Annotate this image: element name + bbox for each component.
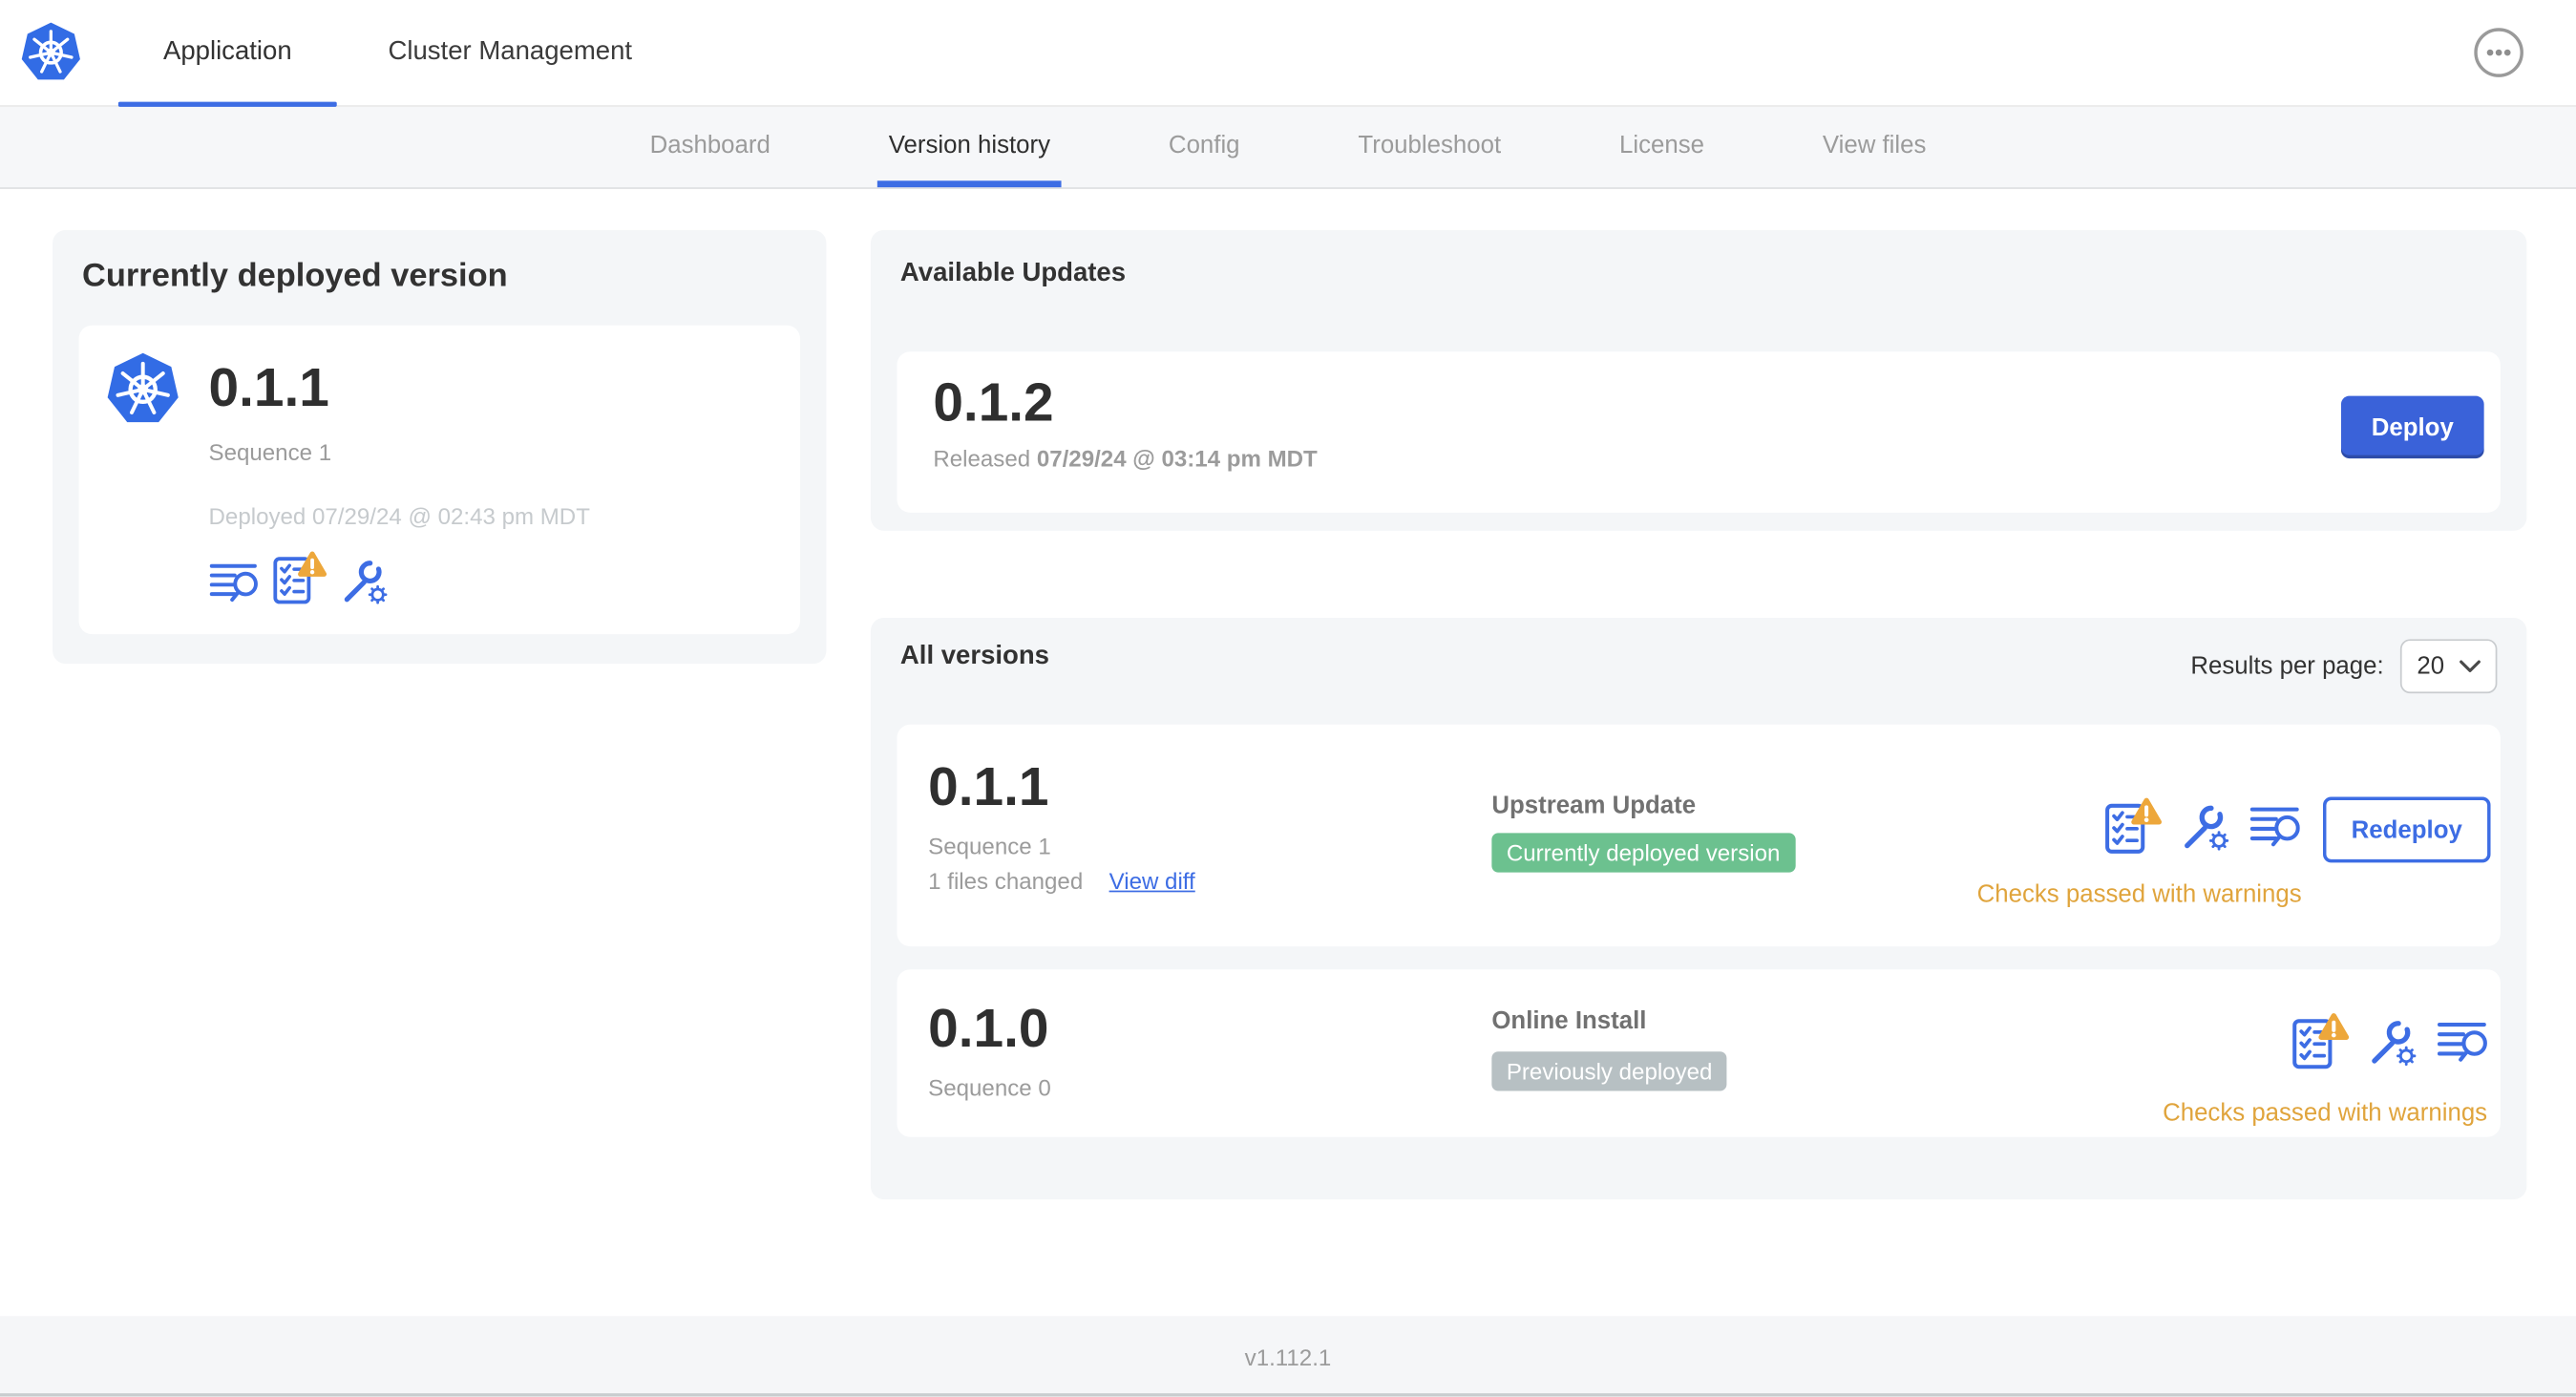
tab-application[interactable]: Application <box>117 0 337 107</box>
released-prefix: Released <box>933 445 1031 472</box>
subnav-config-label: Config <box>1168 131 1240 159</box>
app-screen: Application Cluster Management Dashboard… <box>0 0 2576 1397</box>
console-version: v1.112.1 <box>1244 1343 1332 1370</box>
chevron-down-icon <box>2460 659 2481 673</box>
update-released-timestamp: Released 07/29/24 @ 03:14 pm MDT <box>933 445 2501 472</box>
status-badge: Currently deployed version <box>1491 833 1795 873</box>
all-versions-title: All versions <box>899 642 1049 671</box>
release-notes-icon[interactable] <box>2437 1018 2487 1066</box>
config-icon[interactable] <box>2180 801 2230 852</box>
update-card: 0.1.2 Released 07/29/24 @ 03:14 pm MDT D… <box>897 351 2501 513</box>
row-sequence: Sequence 1 <box>928 833 1051 859</box>
subnav-item-view-files[interactable]: View files <box>1823 105 1927 187</box>
deployed-sequence: Sequence 1 <box>208 438 332 465</box>
available-updates-title: Available Updates <box>899 259 1127 288</box>
currently-deployed-title: Currently deployed version <box>82 258 508 294</box>
row-version-number: 0.1.1 <box>928 755 1049 817</box>
subnav-license-label: License <box>1619 131 1704 159</box>
subnav-item-version-history[interactable]: Version history <box>876 105 1063 188</box>
available-updates-panel: Available Updates 0.1.2 Released 07/29/2… <box>870 229 2527 531</box>
subnav-item-dashboard[interactable]: Dashboard <box>650 105 771 187</box>
subnav-view-files-label: View files <box>1822 131 1927 159</box>
row-source-type: Upstream Update <box>1491 792 1697 820</box>
redeploy-button[interactable]: Redeploy <box>2323 796 2491 863</box>
deployed-version-card: 0.1.1 Sequence 1 Deployed 07/29/24 @ 02:… <box>78 325 800 635</box>
row-files-changed: 1 files changed View diff <box>928 868 1195 895</box>
checks-status-text[interactable]: Checks passed with warnings <box>1977 880 2302 908</box>
update-version-number: 0.1.2 <box>933 370 1054 433</box>
top-nav: Application Cluster Management <box>0 0 2576 107</box>
currently-deployed-panel: Currently deployed version 0.1.1 Sequenc… <box>53 229 827 665</box>
preflight-checks-warning-icon[interactable] <box>2291 1012 2350 1071</box>
tab-cluster-management[interactable]: Cluster Management <box>368 0 652 105</box>
subnav-version-history-label: Version history <box>888 131 1051 159</box>
ellipsis-icon <box>2478 32 2521 74</box>
deployed-timestamp: Deployed 07/29/24 @ 02:43 pm MDT <box>208 502 590 530</box>
app-sub-nav: Dashboard Version history Config Trouble… <box>0 105 2576 189</box>
active-subnav-indicator <box>876 180 1063 188</box>
config-icon[interactable] <box>340 557 390 606</box>
app-footer: v1.112.1 <box>0 1316 2576 1397</box>
row-version-number: 0.1.0 <box>928 997 1049 1059</box>
row-sequence: Sequence 0 <box>928 1074 1051 1101</box>
kubernetes-app-icon <box>105 351 180 427</box>
window-bottom-edge <box>0 1393 2576 1397</box>
subnav-dashboard-label: Dashboard <box>649 131 771 159</box>
version-row-0-1-1: 0.1.1 Sequence 1 1 files changed View di… <box>897 724 2501 947</box>
subnav-troubleshoot-label: Troubleshoot <box>1358 131 1502 159</box>
preflight-checks-warning-icon[interactable] <box>2102 797 2162 857</box>
deploy-button[interactable]: Deploy <box>2340 395 2484 459</box>
checks-status-text[interactable]: Checks passed with warnings <box>2163 1099 2487 1127</box>
release-notes-icon[interactable] <box>209 561 259 606</box>
results-per-page-label: Results per page: <box>2190 652 2384 681</box>
deployed-version-number: 0.1.1 <box>208 356 329 418</box>
files-changed-label: 1 files changed <box>928 867 1084 895</box>
tab-application-label: Application <box>162 37 292 66</box>
overflow-menu-button[interactable] <box>2474 28 2523 77</box>
release-notes-icon[interactable] <box>2249 803 2300 851</box>
subnav-item-troubleshoot[interactable]: Troubleshoot <box>1358 105 1501 187</box>
config-icon[interactable] <box>2367 1016 2418 1067</box>
released-date: 07/29/24 @ 03:14 pm MDT <box>1036 445 1318 472</box>
subnav-item-config[interactable]: Config <box>1169 105 1240 187</box>
row-source-type: Online Install <box>1491 1006 1647 1036</box>
status-badge: Previously deployed <box>1491 1051 1727 1091</box>
kubernetes-logo-icon <box>20 21 82 83</box>
view-diff-link[interactable]: View diff <box>1109 868 1195 895</box>
results-per-page-select[interactable]: 20 <box>2399 639 2498 694</box>
subnav-item-license[interactable]: License <box>1619 105 1704 187</box>
version-row-0-1-0: 0.1.0 Sequence 0 Online Install Previous… <box>897 969 2501 1137</box>
preflight-checks-warning-icon[interactable] <box>271 550 327 606</box>
results-per-page-value: 20 <box>2417 652 2445 681</box>
tab-cluster-management-label: Cluster Management <box>388 37 633 66</box>
all-versions-panel: All versions Results per page: 20 0.1.1 … <box>870 617 2527 1200</box>
active-tab-indicator <box>117 101 337 107</box>
